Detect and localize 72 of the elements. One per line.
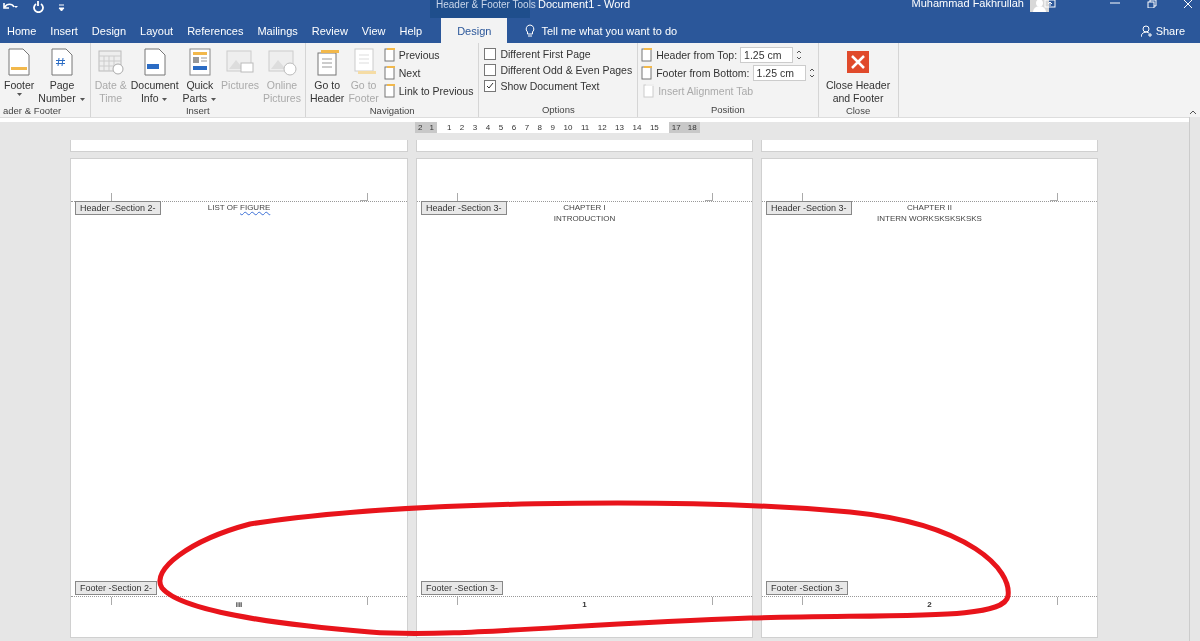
share-button[interactable]: Share — [1133, 25, 1192, 37]
ribbon-button[interactable]: Footer — [3, 47, 36, 105]
footer-tag: Footer -Section 3- — [766, 581, 849, 595]
ribbon-tab[interactable]: References — [180, 18, 251, 43]
checkbox[interactable] — [484, 48, 497, 60]
ribbon-tab[interactable]: View — [354, 18, 393, 43]
page-icon — [383, 84, 396, 98]
ribbon-button[interactable]: Next — [381, 65, 423, 81]
page-icon — [383, 66, 396, 80]
page-number: 2 — [927, 600, 932, 611]
ribbon-button[interactable]: Quick Parts — [181, 47, 219, 105]
page-icon — [641, 66, 654, 80]
checkbox-label: Different First Page — [500, 48, 591, 60]
header-text: LIST OF FIGURE — [207, 203, 271, 212]
group-label: Insert — [184, 105, 211, 118]
user-name[interactable]: Muhammad Fakhrullah — [911, 0, 1024, 9]
lightbulb-icon — [525, 23, 536, 38]
tell-me-field[interactable]: Tell me what you want to do — [541, 24, 678, 37]
group-label: Close — [844, 105, 872, 118]
page-number: 1 — [582, 600, 587, 611]
ribbon-button[interactable]: Close Header and Footer — [824, 47, 892, 105]
window-title: Document1 - Word — [538, 0, 631, 10]
ribbon-tab[interactable]: Insert — [43, 18, 85, 43]
scroll-bar[interactable] — [1189, 117, 1200, 641]
header-tag: Header -Section 3- — [421, 201, 507, 215]
close-icon[interactable] — [1183, 0, 1193, 8]
ribbon-tab[interactable]: Home — [0, 18, 44, 43]
person-icon — [1140, 25, 1153, 37]
checkbox-label: Different Odd & Even Pages — [500, 64, 633, 76]
page-icon — [641, 48, 654, 62]
checkbox-label: Show Document Text — [500, 80, 600, 92]
ribbon-button[interactable]: Link to Previous — [381, 83, 476, 99]
group-label: ader & Footer — [3, 105, 63, 118]
ribbon-tab[interactable]: Mailings — [250, 18, 305, 43]
ribbon-button[interactable]: Previous — [381, 47, 442, 63]
spin-arrows-icon[interactable] — [808, 67, 815, 79]
page-icon — [383, 48, 396, 62]
field-label: Footer from Bottom: — [656, 67, 750, 79]
footer-tag: Footer -Section 3- — [421, 581, 504, 595]
group-label: Position — [709, 104, 746, 117]
header-tag: Header -Section 2- — [75, 201, 161, 215]
ribbon-tab[interactable]: Design — [84, 18, 134, 43]
ribbon-tab[interactable]: Design — [441, 18, 508, 43]
group-label: Options — [540, 104, 576, 117]
contextual-tab-label: Header & Footer Tools — [436, 0, 536, 10]
ribbon-display-icon[interactable] — [1044, 0, 1056, 8]
ribbon-button[interactable]: Document Info — [129, 47, 180, 105]
spin-field[interactable]: 1.25 cm — [752, 65, 806, 81]
header-text: CHAPTER I — [563, 203, 606, 212]
field-label: Header from Top: — [656, 49, 738, 61]
ribbon-tab[interactable]: Review — [304, 18, 355, 43]
minimize-icon[interactable] — [1110, 0, 1120, 6]
header-text: INTERN WORKSKSKSKSKS — [877, 214, 982, 223]
page-icon — [643, 84, 656, 98]
check-icon — [486, 82, 495, 90]
ribbon-button[interactable]: Page Number — [37, 47, 87, 105]
customize-icon[interactable] — [58, 3, 65, 11]
ribbon-tab[interactable]: Layout — [133, 18, 181, 43]
ribbon-button[interactable]: Go to Header — [308, 47, 346, 105]
page-number: iii — [235, 600, 243, 611]
footer-tag: Footer -Section 2- — [75, 581, 158, 595]
checkbox[interactable] — [484, 64, 497, 76]
spin-field[interactable]: 1.25 cm — [740, 47, 794, 63]
checkbox[interactable] — [484, 80, 497, 92]
collapse-ribbon-icon[interactable] — [1189, 110, 1197, 115]
header-tag: Header -Section 3- — [766, 201, 852, 215]
spin-arrows-icon[interactable] — [796, 49, 803, 61]
ribbon-tab[interactable]: Help — [392, 18, 430, 43]
restore-icon[interactable] — [1147, 0, 1157, 8]
header-text: INTRODUCTION — [553, 214, 616, 223]
group-label: Navigation — [368, 105, 416, 118]
header-text: CHAPTER II — [907, 203, 952, 212]
